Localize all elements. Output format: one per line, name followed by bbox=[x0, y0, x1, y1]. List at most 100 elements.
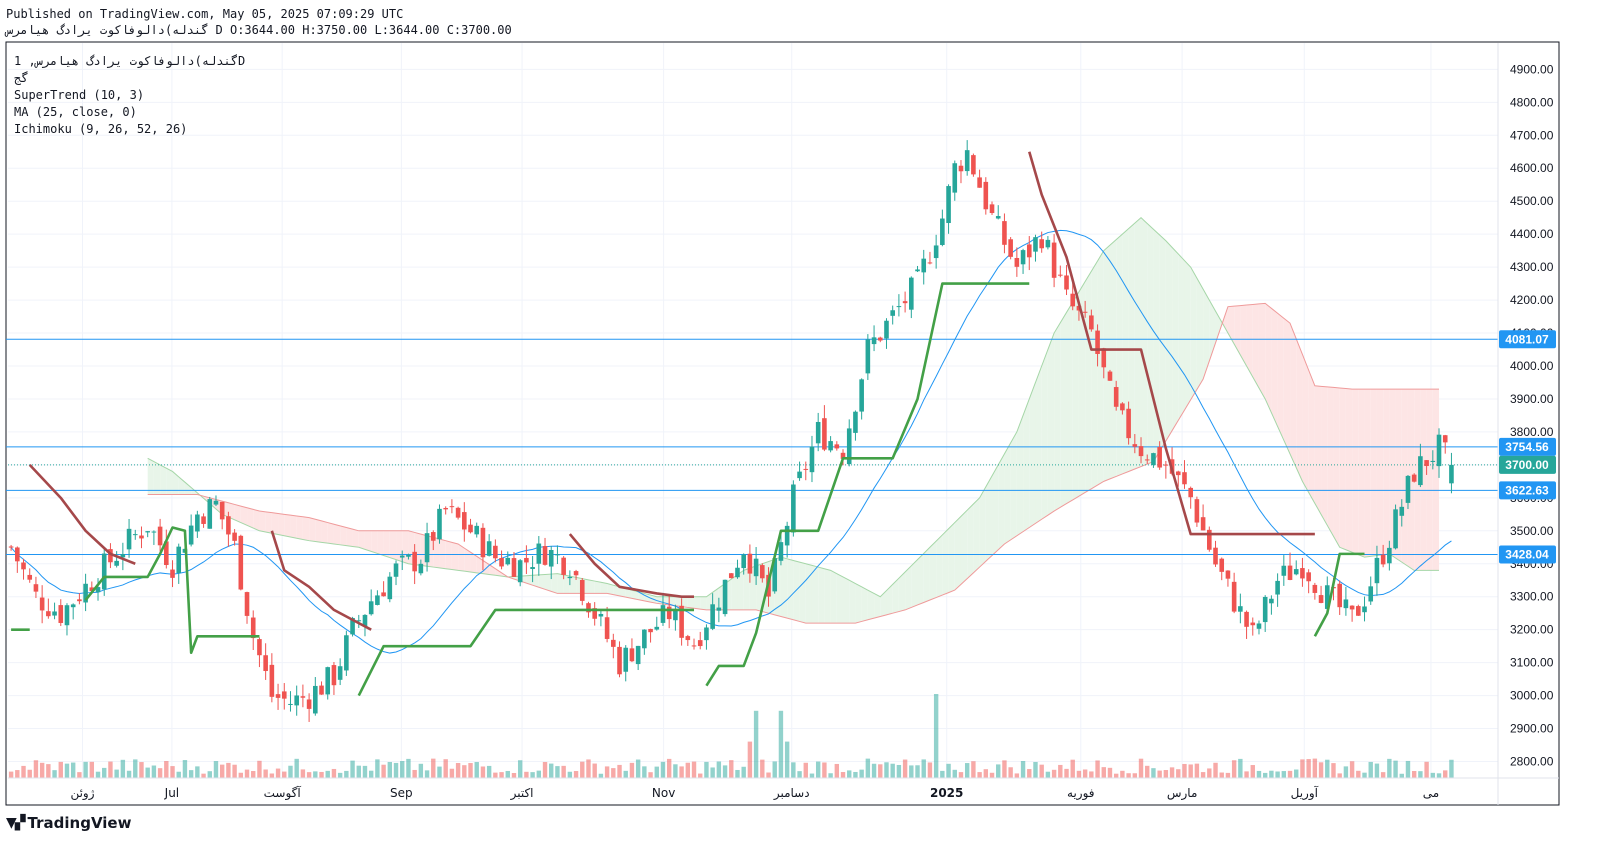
kumo-segment bbox=[1345, 388, 1353, 553]
kumo-segment bbox=[731, 574, 738, 610]
candle-body bbox=[1039, 239, 1044, 249]
candle-body bbox=[387, 576, 393, 600]
candle-body bbox=[666, 606, 672, 620]
volume-bar bbox=[766, 772, 771, 778]
candle-body bbox=[145, 531, 150, 533]
volume-bar bbox=[1325, 759, 1330, 778]
kumo-segment bbox=[383, 530, 390, 558]
candle-body bbox=[561, 557, 566, 575]
volume-bar bbox=[1082, 769, 1088, 778]
candle-body bbox=[157, 526, 163, 546]
time-tick-label: Jul bbox=[164, 786, 179, 800]
volume-bar bbox=[772, 761, 777, 778]
volume-bar bbox=[145, 767, 150, 778]
kumo-segment bbox=[1085, 271, 1092, 493]
candle-body bbox=[530, 567, 535, 570]
kumo-segment bbox=[1029, 382, 1036, 528]
candle-body bbox=[517, 560, 523, 583]
candle-body bbox=[1405, 475, 1411, 503]
volume-bar bbox=[83, 761, 88, 778]
kumo-segment bbox=[1302, 354, 1309, 493]
volume-bar bbox=[716, 761, 722, 778]
volume-bar bbox=[921, 759, 926, 778]
candle-body bbox=[791, 484, 796, 533]
price-label-text: 3754.56 bbox=[1505, 440, 1549, 454]
candle-body bbox=[1020, 250, 1026, 265]
volume-bar bbox=[517, 760, 523, 778]
kumo-segment bbox=[780, 557, 788, 619]
candle-body bbox=[1349, 605, 1355, 610]
candle-body bbox=[915, 269, 920, 272]
candle-body bbox=[1312, 584, 1318, 593]
kumo-segment bbox=[929, 541, 937, 601]
candle-body bbox=[828, 441, 833, 451]
kumo-segment bbox=[1277, 313, 1284, 441]
kumo-segment bbox=[358, 530, 365, 550]
volume-bar bbox=[977, 772, 982, 778]
kumo-segment bbox=[849, 580, 856, 624]
legend-ichimoku[interactable]: Ichimoku (9, 26, 52, 26) bbox=[14, 122, 187, 136]
candle-body bbox=[654, 626, 660, 630]
candle-body bbox=[1070, 293, 1076, 307]
volume-bar bbox=[1449, 759, 1454, 778]
candle-body bbox=[884, 320, 889, 339]
tradingview-brand[interactable]: ▼▞ TradingView bbox=[6, 814, 131, 832]
volume-bar bbox=[108, 761, 113, 778]
candle-body bbox=[548, 550, 554, 567]
volume-bar bbox=[1076, 770, 1082, 778]
kumo-segment bbox=[346, 527, 353, 547]
brand-name: TradingView bbox=[27, 814, 132, 832]
candle-body bbox=[611, 639, 616, 647]
price-tick-label: 4300.00 bbox=[1510, 260, 1554, 274]
price-tick-label: 4000.00 bbox=[1510, 359, 1554, 373]
candle-body bbox=[735, 567, 740, 578]
volume-bar bbox=[1213, 762, 1218, 778]
volume-bar bbox=[530, 772, 535, 778]
kumo-segment bbox=[557, 573, 564, 594]
volume-bar bbox=[1039, 764, 1044, 778]
volume-bar bbox=[809, 773, 815, 778]
candle-body bbox=[244, 592, 250, 616]
volume-bar bbox=[542, 761, 548, 778]
candle-body bbox=[1362, 606, 1367, 613]
legend-supertrend[interactable]: SuperTrend (10, 3) bbox=[14, 88, 144, 102]
candle-body bbox=[1113, 387, 1119, 407]
kumo-segment bbox=[594, 581, 601, 594]
volume-bar bbox=[1269, 770, 1274, 778]
candle-body bbox=[1008, 239, 1013, 257]
volume-bar bbox=[1368, 761, 1373, 778]
kumo-segment bbox=[352, 529, 359, 548]
volume-bar bbox=[226, 762, 231, 778]
legend-ma[interactable]: MA (25, close, 0) bbox=[14, 105, 137, 119]
candle-body bbox=[946, 186, 951, 224]
price-label: 3428.04 bbox=[1499, 545, 1556, 564]
legend-symbol[interactable]: گندله)دالوفاكوت يرادگ هيامرس, 1D bbox=[14, 54, 245, 68]
candle-body bbox=[635, 645, 641, 665]
kumo-segment bbox=[1178, 253, 1185, 421]
volume-bar bbox=[325, 770, 330, 778]
candle-body bbox=[1449, 464, 1454, 484]
kumo-segment bbox=[1426, 389, 1433, 571]
volume-bar bbox=[747, 741, 753, 778]
candle-body bbox=[747, 553, 753, 574]
volume-bar bbox=[617, 764, 622, 778]
kumo-segment bbox=[1327, 386, 1334, 537]
volume-bar bbox=[853, 771, 858, 778]
candle-body bbox=[1275, 580, 1280, 595]
volume-bar bbox=[1294, 769, 1299, 778]
volume-bar bbox=[288, 765, 293, 778]
candle-body bbox=[281, 691, 287, 699]
candle-body bbox=[1101, 348, 1107, 368]
price-chart[interactable]: 2800.00 2900.00 3000.00 3100.00 3200.00 3300.… bbox=[0, 0, 1598, 858]
candle-body bbox=[1287, 565, 1293, 580]
kumo-segment bbox=[1308, 370, 1315, 504]
kumo-segment bbox=[1060, 312, 1067, 508]
kumo-segment bbox=[1016, 415, 1024, 536]
volume-bar bbox=[834, 763, 840, 778]
volume-bar bbox=[362, 765, 368, 778]
kumo-segment bbox=[1035, 366, 1042, 524]
volume-bar bbox=[331, 768, 337, 778]
kumo-segment bbox=[364, 530, 372, 552]
volume-bar bbox=[368, 770, 374, 778]
volume-bar bbox=[1051, 769, 1057, 778]
